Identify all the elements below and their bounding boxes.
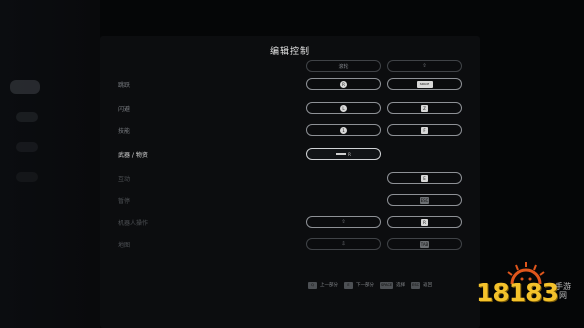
secondary-key-button[interactable]: SPACE <box>387 78 462 90</box>
binding-label: 跳跃 <box>118 82 131 89</box>
sidebar-item <box>16 142 38 152</box>
mouse-wheel-icon: R <box>336 152 351 157</box>
binding-row[interactable]: 滚轮 ⇧ <box>100 60 480 74</box>
controls-panel: 编辑控制 滚轮 ⇧ 跳跃 R SPACE 闪避 L Z 技能 1 F 武器 / … <box>100 36 480 328</box>
key-text: ⇩ <box>341 241 346 247</box>
binding-row[interactable]: 暂停 ESC <box>100 194 480 208</box>
primary-key-button[interactable]: R <box>306 148 381 160</box>
key-hint-icon: ESC <box>411 281 421 289</box>
binding-label: 闪避 <box>118 106 131 113</box>
footer-hint-select[interactable]: SPACE 选择 <box>380 281 406 289</box>
primary-key-button[interactable]: 滚轮 <box>306 60 381 72</box>
hint-label: 选择 <box>396 283 406 288</box>
binding-row[interactable]: 跳跃 R SPACE <box>100 78 480 92</box>
key-hint-icon: SPACE <box>380 281 394 289</box>
primary-key-button[interactable]: ⇩ <box>306 238 381 250</box>
binding-row[interactable]: 闪避 L Z <box>100 102 480 116</box>
binding-row[interactable]: 技能 1 F <box>100 124 480 138</box>
keyboard-key-icon: SPACE <box>416 80 433 88</box>
secondary-key-button[interactable]: ESC <box>387 194 462 206</box>
binding-label: 机器人操作 <box>118 220 149 227</box>
footer-hint-prev[interactable]: Q 上一部分 <box>308 281 338 289</box>
binding-row[interactable]: 地图 ⇩ TAB <box>100 238 480 252</box>
watermark-logo: 18183 手游网 <box>476 260 572 322</box>
primary-key-button[interactable]: L <box>306 102 381 114</box>
binding-label: 互动 <box>118 176 131 183</box>
binding-row-selected[interactable]: 武器 / 物资 R <box>100 148 480 162</box>
keyboard-key-icon: R <box>421 218 428 226</box>
keyboard-key-icon: Z <box>421 104 428 112</box>
footer-hint-next[interactable]: E 下一部分 <box>344 281 374 289</box>
key-text: 滚轮 <box>338 63 349 70</box>
hint-label: 上一部分 <box>320 283 338 288</box>
secondary-key-button[interactable]: ⇧ <box>387 60 462 72</box>
key-text: ⇧ <box>422 63 427 69</box>
hint-label: 返回 <box>423 283 433 288</box>
watermark-number: 18183 <box>476 278 559 307</box>
key-text: ⇧ <box>341 219 346 225</box>
footer-hints: Q 上一部分 E 下一部分 SPACE 选择 ESC 返回 <box>308 280 432 290</box>
keyboard-key-icon: E <box>421 174 428 182</box>
binding-label: 暂停 <box>118 198 131 205</box>
keyboard-key-icon: ESC <box>419 196 430 204</box>
secondary-key-button[interactable]: F <box>387 124 462 136</box>
gamepad-button-icon: R <box>340 80 347 88</box>
secondary-key-button[interactable]: TAB <box>387 238 462 250</box>
binding-row[interactable]: 机器人操作 ⇧ R <box>100 216 480 230</box>
secondary-key-button[interactable]: Z <box>387 102 462 114</box>
secondary-key-button[interactable]: R <box>387 216 462 228</box>
binding-label: 技能 <box>118 128 131 135</box>
keyboard-key-icon: F <box>421 126 428 134</box>
binding-label: 地图 <box>118 242 131 249</box>
binding-label: 武器 / 物资 <box>118 152 148 159</box>
primary-key-button[interactable]: ⇧ <box>306 216 381 228</box>
key-hint-icon: E <box>344 281 353 289</box>
gamepad-button-icon: 1 <box>340 126 347 134</box>
background-sidebar <box>0 0 100 328</box>
panel-title: 编辑控制 <box>269 47 310 57</box>
sidebar-item <box>16 112 38 122</box>
binding-row[interactable]: 互动 E <box>100 172 480 186</box>
hint-label: 下一部分 <box>356 283 374 288</box>
watermark-text: 手游网 <box>555 282 571 300</box>
footer-hint-back[interactable]: ESC 返回 <box>411 281 433 289</box>
sidebar-highlight <box>10 80 40 94</box>
sidebar-item <box>16 172 38 182</box>
primary-key-button[interactable]: R <box>306 78 381 90</box>
primary-key-button[interactable]: 1 <box>306 124 381 136</box>
gamepad-button-icon: L <box>340 104 347 112</box>
secondary-key-button[interactable]: E <box>387 172 462 184</box>
key-hint-icon: Q <box>308 281 317 289</box>
keyboard-key-icon: TAB <box>419 240 430 248</box>
